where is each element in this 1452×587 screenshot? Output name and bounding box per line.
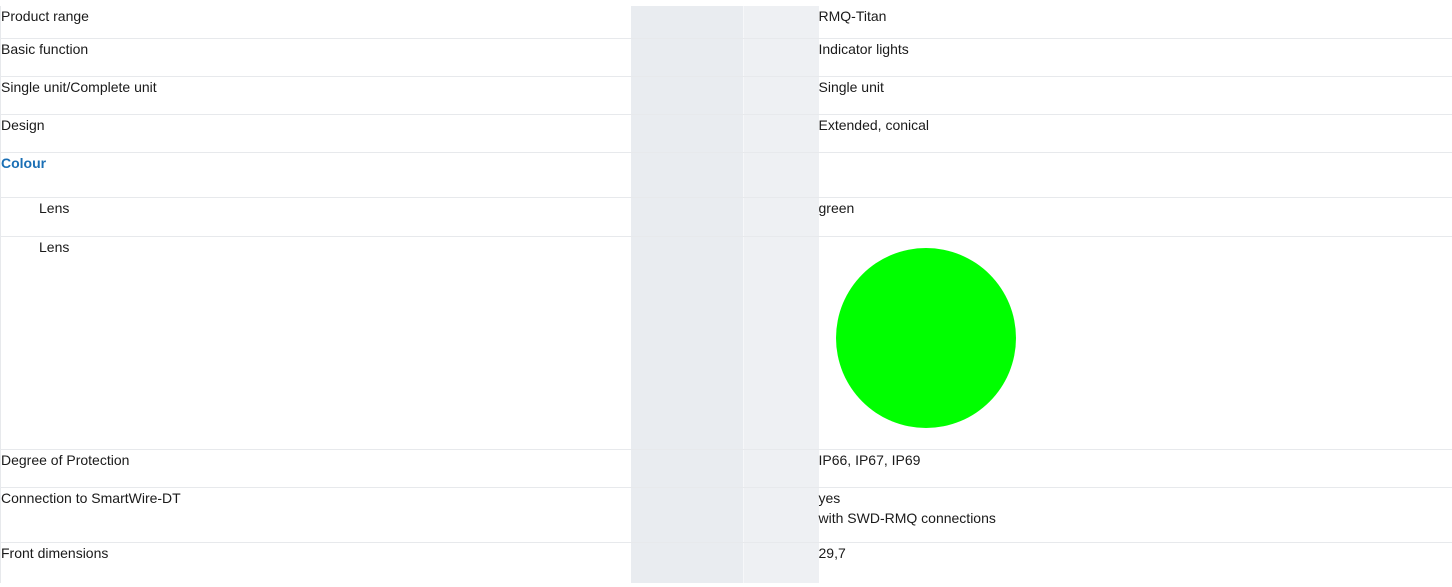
spec-value-swatch-cell	[818, 236, 1452, 450]
spec-value-line: yes	[818, 489, 841, 506]
spec-empty-cell	[743, 449, 819, 488]
spec-value: Extended, conical	[818, 114, 1452, 153]
spec-row-front-dimensions: Front dimensions 29,7	[0, 542, 1452, 583]
spec-value: RMQ-Titan	[818, 6, 1452, 39]
spec-empty-cell	[630, 197, 744, 237]
spec-empty-cell	[743, 542, 819, 583]
spec-empty-cell	[743, 114, 819, 153]
spec-label: Design	[0, 114, 631, 153]
spec-label: Basic function	[0, 38, 631, 77]
spec-label: Product range	[0, 6, 631, 39]
spec-label: Connection to SmartWire-DT	[0, 487, 631, 543]
spec-row-smartwire: Connection to SmartWire-DT yes with SWD-…	[0, 487, 1452, 543]
spec-label: Lens	[0, 236, 631, 450]
spec-empty-cell	[743, 38, 819, 77]
spec-empty-cell	[743, 236, 819, 450]
spec-row-design: Design Extended, conical	[0, 114, 1452, 153]
spec-row-lens-swatch: Lens	[0, 236, 1452, 450]
spec-label: Lens	[0, 197, 631, 237]
spec-value: Indicator lights	[818, 38, 1452, 77]
technical-specs-table: Product range RMQ-Titan Basic function I…	[0, 6, 1452, 583]
spec-value-line: with SWD-RMQ connections	[818, 509, 996, 526]
spec-value: yes with SWD-RMQ connections	[818, 487, 1452, 543]
spec-empty-cell	[630, 38, 744, 77]
spec-label: Degree of Protection	[0, 449, 631, 488]
spec-empty-cell	[630, 449, 744, 488]
spec-value: 29,7	[818, 542, 1452, 583]
spec-empty-cell	[630, 114, 744, 153]
spec-empty-cell	[630, 487, 744, 543]
spec-value: IP66, IP67, IP69	[818, 449, 1452, 488]
spec-empty-cell	[743, 487, 819, 543]
green-circle-swatch-icon	[835, 247, 1016, 428]
spec-row-unit-type: Single unit/Complete unit Single unit	[0, 76, 1452, 115]
spec-row-degree-of-protection: Degree of Protection IP66, IP67, IP69	[0, 449, 1452, 488]
spec-empty-cell	[630, 542, 744, 583]
spec-empty-cell	[630, 152, 744, 198]
spec-empty-cell	[743, 6, 819, 39]
spec-empty-cell	[630, 6, 744, 39]
spec-label: Front dimensions	[0, 542, 631, 583]
spec-empty-cell	[630, 236, 744, 450]
spec-empty-cell	[743, 152, 819, 198]
spec-value: Single unit	[818, 76, 1452, 115]
spec-value: green	[818, 197, 1452, 237]
spec-empty-cell	[630, 76, 744, 115]
spec-label: Single unit/Complete unit	[0, 76, 631, 115]
section-heading-colour: Colour	[0, 152, 631, 198]
spec-row-basic-function: Basic function Indicator lights	[0, 38, 1452, 77]
spec-empty-cell	[743, 76, 819, 115]
spec-row-lens-text: Lens green	[0, 197, 1452, 237]
spec-empty-cell	[818, 152, 1452, 198]
spec-empty-cell	[743, 197, 819, 237]
spec-row-product-range: Product range RMQ-Titan	[0, 6, 1452, 39]
spec-section-colour: Colour	[0, 152, 1452, 198]
